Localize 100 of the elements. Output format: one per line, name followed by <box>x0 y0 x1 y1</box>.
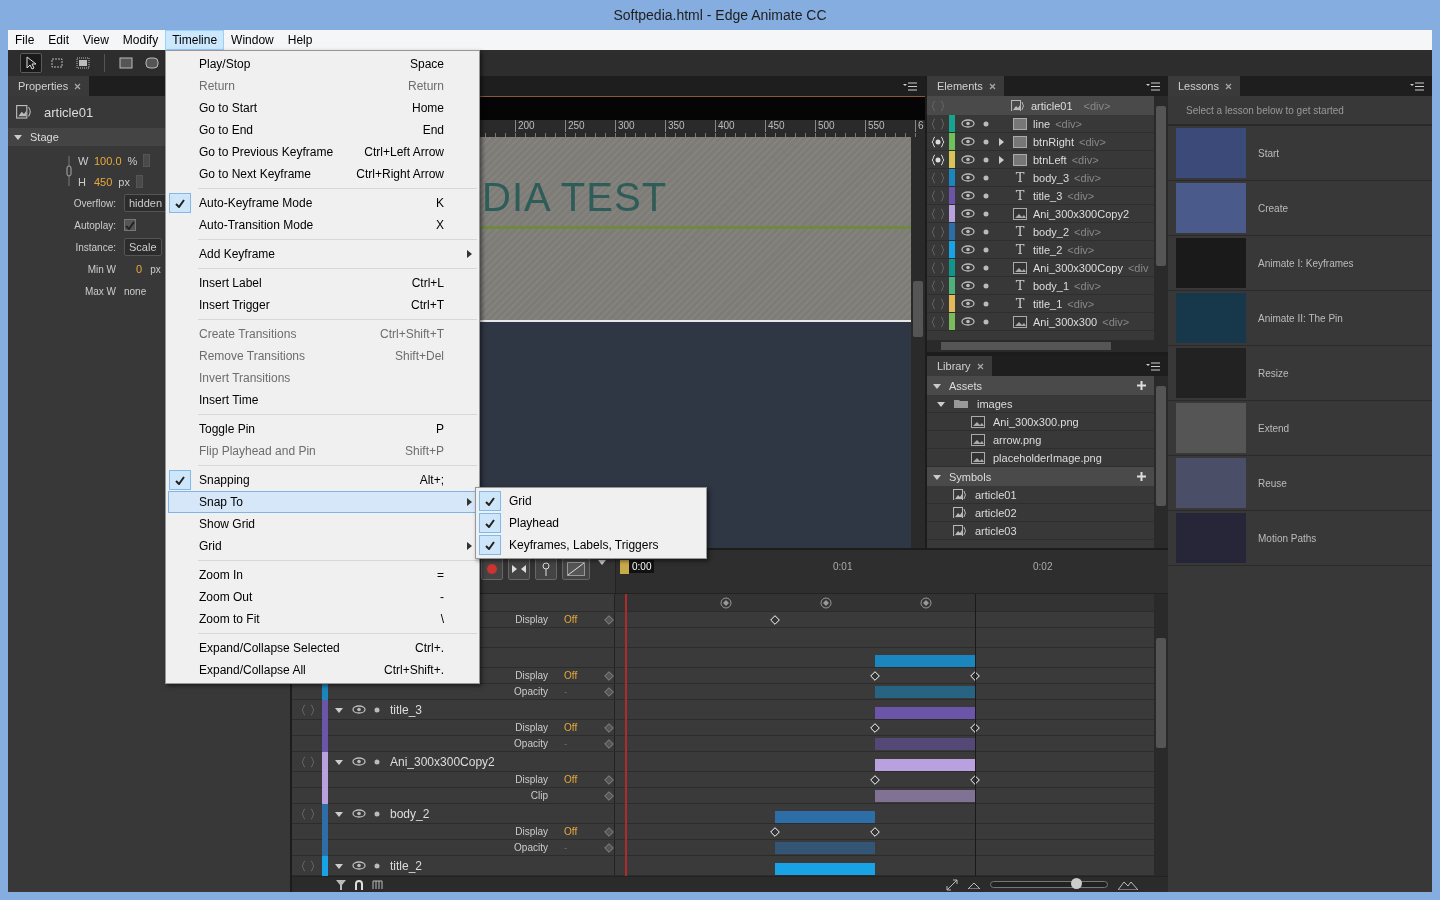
library-item[interactable]: Ani_300x300.png <box>927 413 1154 431</box>
menu-bar-item[interactable]: File <box>8 30 42 50</box>
lock-dot-icon[interactable] <box>983 174 989 181</box>
lock-dot-icon[interactable] <box>983 228 989 235</box>
lesson-item[interactable]: Motion Paths <box>1168 511 1432 566</box>
layer-row[interactable]: T body_2 <div> <box>927 223 1154 241</box>
layer-row[interactable]: Ani_300x300 <div> <box>927 313 1154 331</box>
keyframe-icon[interactable] <box>870 671 880 681</box>
lock-dot-icon[interactable] <box>983 192 989 199</box>
panel-menu-icon[interactable] <box>903 81 917 91</box>
unit-toggle[interactable] <box>143 154 151 167</box>
label-marker-icon[interactable] <box>720 597 732 609</box>
menu-bar-item[interactable]: Timeline <box>165 30 225 50</box>
library-section-header[interactable]: Symbols <box>927 467 1154 486</box>
library-item[interactable]: images <box>927 395 1154 413</box>
unit-label[interactable]: px <box>118 175 130 188</box>
close-icon[interactable] <box>988 82 996 90</box>
scrollbar[interactable] <box>1154 376 1168 548</box>
lock-dot-icon[interactable] <box>374 706 380 713</box>
layer-row[interactable]: line <div> <box>927 115 1154 133</box>
zoom-slider[interactable] <box>990 881 1108 888</box>
layer-row[interactable]: T title_3 <div> <box>927 187 1154 205</box>
unit-label[interactable]: px <box>150 263 161 275</box>
menu-item[interactable]: Expand/Collapse All Ctrl+Shift+. <box>168 659 477 681</box>
menu-bar-item[interactable]: Modify <box>115 30 166 50</box>
lock-dot-icon[interactable] <box>983 210 989 217</box>
layer-row[interactable]: Ani_300x300Copy2 <box>927 205 1154 223</box>
menu-item[interactable]: Add Keyframe <box>168 243 477 265</box>
menu-item[interactable]: Zoom to Fit \ <box>168 608 477 630</box>
eye-icon[interactable] <box>961 173 975 182</box>
zoom-out-mountain-icon[interactable] <box>968 880 980 889</box>
property-value[interactable]: Off <box>564 670 604 681</box>
scrollbar[interactable] <box>1154 96 1168 340</box>
label-marker-icon[interactable] <box>820 597 832 609</box>
unit-label[interactable]: % <box>127 154 138 167</box>
menu-item[interactable]: Insert Trigger Ctrl+T <box>168 294 477 316</box>
root-layer-row[interactable]: article01 <div> <box>927 96 1154 115</box>
menu-item[interactable]: Auto-Transition Mode X <box>168 214 477 236</box>
layer-row[interactable]: btnRight <div> <box>927 133 1154 151</box>
menu-item[interactable]: Grid <box>168 535 477 557</box>
columns-icon[interactable] <box>372 879 384 890</box>
menu-item[interactable]: Show Grid <box>168 513 477 535</box>
filter-icon[interactable] <box>336 879 346 890</box>
eye-icon[interactable] <box>961 209 975 218</box>
lesson-item[interactable]: Resize <box>1168 346 1432 401</box>
transition-button[interactable] <box>508 558 530 580</box>
close-icon[interactable] <box>74 82 82 90</box>
lock-dot-icon[interactable] <box>983 264 989 271</box>
disclosure-triangle-icon[interactable] <box>335 809 343 818</box>
tool-button[interactable] <box>20 53 42 73</box>
layer-row[interactable]: Ani_300x300Copy <div <box>927 259 1154 277</box>
menu-item[interactable]: Snapping Alt+; <box>168 469 477 491</box>
easing-button[interactable] <box>562 558 590 580</box>
disclosure-triangle-icon[interactable] <box>14 133 22 141</box>
menu-item[interactable]: Snap To <box>168 491 477 513</box>
menu-item[interactable]: Auto-Keyframe Mode K <box>168 192 477 214</box>
layer-row[interactable]: T title_1 <div> <box>927 295 1154 313</box>
dimension-value[interactable]: 100.0 <box>94 154 122 167</box>
eye-icon[interactable] <box>961 119 975 128</box>
disclosure-triangle-icon[interactable] <box>335 757 343 766</box>
submenu-arrow-icon[interactable] <box>465 250 473 258</box>
eye-icon[interactable] <box>961 155 975 164</box>
lesson-item[interactable]: Animate II: The Pin <box>1168 291 1432 346</box>
dimension-value[interactable]: 450 <box>94 175 113 188</box>
lock-dot-icon[interactable] <box>983 282 989 289</box>
menu-item[interactable]: Zoom In = <box>168 564 477 586</box>
scrollbar[interactable] <box>1154 594 1168 876</box>
dropdown-field[interactable]: Scale <box>124 238 162 256</box>
lesson-item[interactable]: Extend <box>1168 401 1432 456</box>
horizontal-scrollbar[interactable] <box>927 340 1168 352</box>
panel-menu-icon[interactable] <box>1146 361 1160 371</box>
label-marker-icon[interactable] <box>920 597 932 609</box>
properties-tab[interactable]: Properties <box>8 76 90 96</box>
eye-icon[interactable] <box>961 263 975 272</box>
eye-icon[interactable] <box>961 299 975 308</box>
layer-row[interactable]: btnLeft <div> <box>927 151 1154 169</box>
lessons-tab[interactable]: Lessons <box>1168 76 1240 96</box>
menu-item[interactable]: Toggle Pin P <box>168 418 477 440</box>
submenu-arrow-icon[interactable] <box>465 498 473 506</box>
menu-item[interactable]: Play/Stop Space <box>168 53 477 75</box>
keyframe-icon[interactable] <box>970 723 980 733</box>
library-item[interactable]: arrow.png <box>927 431 1154 449</box>
menu-bar-item[interactable]: View <box>76 30 116 50</box>
disclosure-triangle-icon[interactable] <box>933 381 941 390</box>
property-value[interactable]: Off <box>564 774 604 785</box>
disclosure-triangle-icon[interactable] <box>335 861 343 870</box>
keyframe-icon[interactable] <box>970 775 980 785</box>
zoom-in-mountain-icon[interactable] <box>1118 879 1138 890</box>
submenu-arrow-icon[interactable] <box>465 542 473 550</box>
playhead-marker[interactable] <box>620 560 629 574</box>
pin-button[interactable] <box>535 558 557 580</box>
eye-icon[interactable] <box>352 861 366 870</box>
lock-dot-icon[interactable] <box>983 300 989 307</box>
library-tab[interactable]: Library <box>927 356 992 376</box>
lesson-item[interactable]: Animate I: Keyframes <box>1168 236 1432 291</box>
eye-icon[interactable] <box>961 137 975 146</box>
number-value[interactable]: 0 <box>136 263 143 275</box>
unit-toggle[interactable] <box>136 175 143 188</box>
keyframe-icon[interactable] <box>870 775 880 785</box>
property-value[interactable]: Off <box>564 722 604 733</box>
